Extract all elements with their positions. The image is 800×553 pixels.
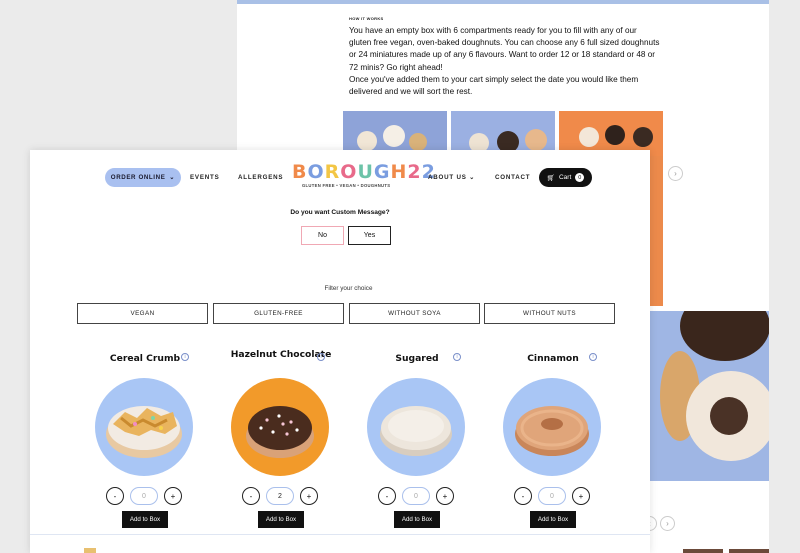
quantity-decrease-button[interactable]: - xyxy=(378,487,396,505)
quantity-increase-button[interactable]: + xyxy=(300,487,318,505)
logo-letter: R xyxy=(324,161,341,183)
quantity-increase-button[interactable]: + xyxy=(164,487,182,505)
custom-message-no-button[interactable]: No xyxy=(301,226,344,245)
nav-link-allergens[interactable]: ALLERGENS xyxy=(238,174,283,181)
add-to-box-button[interactable]: Add to Box xyxy=(258,511,304,528)
chevron-right-icon[interactable]: › xyxy=(668,166,683,181)
logo-letter: O xyxy=(307,161,325,183)
filter-label: Filter your choice xyxy=(324,285,373,292)
product-photo xyxy=(650,311,769,481)
logo-letter: H xyxy=(390,161,408,183)
filter-vegan-button[interactable]: VEGAN xyxy=(77,303,208,324)
add-to-box-button[interactable]: Add to Box xyxy=(530,511,576,528)
custom-message-yes-button[interactable]: Yes xyxy=(348,226,391,245)
brand-logo[interactable]: BOROUGH22 GLUTEN FREE • VEGAN • DOUGHNUT… xyxy=(292,161,435,194)
info-icon[interactable]: i xyxy=(589,353,597,361)
chevron-down-icon: ⌄ xyxy=(469,174,476,181)
quantity-decrease-button[interactable]: - xyxy=(242,487,260,505)
quantity-increase-button[interactable]: + xyxy=(572,487,590,505)
quantity-decrease-button[interactable]: - xyxy=(514,487,532,505)
filter-gluten-free-button[interactable]: GLUTEN-FREE xyxy=(213,303,344,324)
info-icon[interactable]: i xyxy=(317,353,325,361)
add-to-box-button[interactable]: Add to Box xyxy=(394,511,440,528)
nav-link-contact[interactable]: CONTACT xyxy=(495,174,530,181)
bottom-photo-thumbnail xyxy=(729,549,769,553)
main-navigation: ORDER ONLINE ⌄ EVENTS ALLERGENS BOROUGH2… xyxy=(30,150,650,208)
product-card-hazelnut-chocolate: Hazelnut Chocolate i - 2 + Add to Box xyxy=(221,348,341,538)
nav-link-about-us[interactable]: ABOUT US ⌄ xyxy=(428,174,475,181)
chevron-down-icon: ⌄ xyxy=(169,174,176,181)
logo-tagline: GLUTEN FREE • VEGAN • DOUGHNUTS xyxy=(302,183,391,188)
logo-letter: B xyxy=(292,161,308,183)
quantity-increase-button[interactable]: + xyxy=(436,487,454,505)
order-online-menu[interactable]: ORDER ONLINE ⌄ xyxy=(105,168,181,187)
quantity-input[interactable]: 0 xyxy=(402,487,430,505)
chevron-right-icon[interactable]: › xyxy=(660,516,675,531)
logo-letter: O xyxy=(340,161,358,183)
custom-message-question: Do you want Custom Message? xyxy=(290,209,390,216)
cart-button[interactable]: 🛒︎ Cart 0 xyxy=(539,168,592,187)
logo-wordmark: BOROUGH22 xyxy=(292,161,435,183)
about-us-label: ABOUT US xyxy=(428,174,467,181)
product-card-sugared: Sugared i - 0 + Add to Box xyxy=(357,348,477,538)
info-icon[interactable]: i xyxy=(181,353,189,361)
logo-letter: G xyxy=(373,161,391,183)
how-it-works-paragraph-1: You have an empty box with 6 compartment… xyxy=(349,26,660,72)
product-image xyxy=(367,378,465,476)
nav-link-events[interactable]: EVENTS xyxy=(190,174,220,181)
product-builder-window: ORDER ONLINE ⌄ EVENTS ALLERGENS BOROUGH2… xyxy=(30,150,650,553)
product-card-cereal-crumb: Cereal Crumb i - 0 + Add to Box xyxy=(85,348,205,538)
add-to-box-button[interactable]: Add to Box xyxy=(122,511,168,528)
gallery-photo-strip xyxy=(650,156,663,306)
cart-count-badge: 0 xyxy=(575,173,585,182)
logo-letter: U xyxy=(357,161,374,183)
how-it-works-text: You have an empty box with 6 compartment… xyxy=(349,25,661,98)
product-image xyxy=(503,378,601,476)
how-it-works-paragraph-2: Once you've added them to your cart simp… xyxy=(349,74,639,97)
top-banner-strip xyxy=(237,0,769,4)
quantity-decrease-button[interactable]: - xyxy=(106,487,124,505)
product-image xyxy=(95,378,193,476)
cart-icon: 🛒︎ xyxy=(546,174,555,182)
quantity-input[interactable]: 0 xyxy=(538,487,566,505)
bottom-photo-thumbnail xyxy=(683,549,723,553)
bottom-item-thumbnail xyxy=(84,548,96,553)
how-it-works-label: HOW IT WORKS xyxy=(349,16,384,21)
product-card-cinnamon: Cinnamon i - 0 + Add to Box xyxy=(493,348,613,538)
product-image xyxy=(231,378,329,476)
order-online-label: ORDER ONLINE xyxy=(110,174,166,181)
quantity-input[interactable]: 2 xyxy=(266,487,294,505)
section-divider xyxy=(30,534,650,535)
filter-without-nuts-button[interactable]: WITHOUT NUTS xyxy=(484,303,615,324)
cart-label: Cart xyxy=(558,174,572,181)
filter-without-soya-button[interactable]: WITHOUT SOYA xyxy=(349,303,480,324)
quantity-input[interactable]: 0 xyxy=(130,487,158,505)
logo-letter: 2 xyxy=(407,161,422,183)
info-icon[interactable]: i xyxy=(453,353,461,361)
